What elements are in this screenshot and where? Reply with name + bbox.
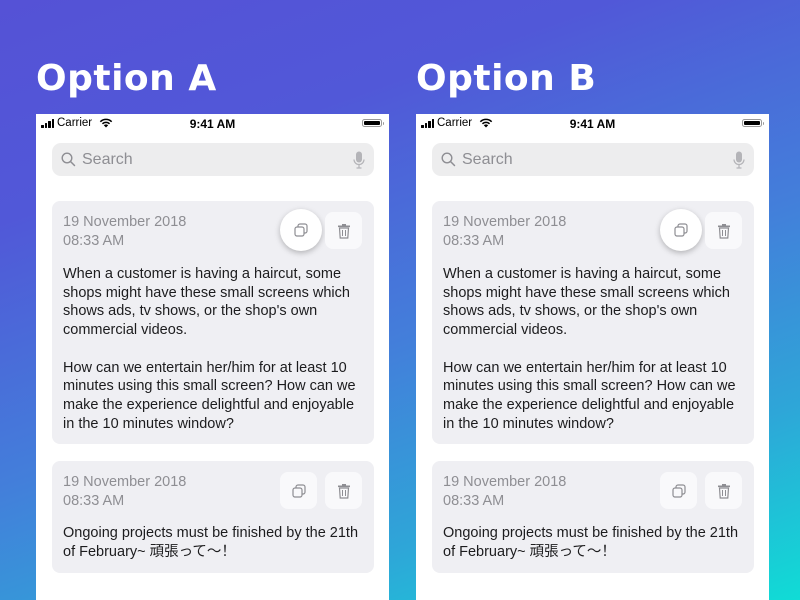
clock: 9:41 AM [189,117,236,131]
status-bar: Carrier 9:41 AM [416,114,769,134]
delete-button[interactable] [705,472,742,509]
delete-button[interactable] [705,212,742,249]
copy-button[interactable] [660,209,702,251]
phone-option-a: Carrier 9:41 AM 19 November 2018 08:33 A… [36,114,389,600]
note-timestamp: 19 November 2018 08:33 AM [63,474,187,509]
search-input[interactable] [460,149,724,170]
trash-icon [717,483,730,499]
search-input[interactable] [80,149,344,170]
trash-icon [337,483,350,499]
copy-button[interactable] [660,472,697,509]
note-card[interactable]: 19 November 2018 08:33 AM Ongoing projec… [432,461,754,573]
battery-icon [742,119,764,127]
copy-icon [291,483,306,498]
note-timestamp: 19 November 2018 08:33 AM [63,214,187,249]
search-icon [61,152,76,167]
note-card[interactable]: 19 November 2018 08:33 AM When a custome… [52,201,374,444]
copy-icon [671,483,686,498]
note-body: When a customer is having a haircut, som… [443,266,736,432]
search-icon [441,152,456,167]
search-bar[interactable] [52,143,374,176]
note-body: Ongoing projects must be finished by the… [63,525,359,560]
trash-icon [337,223,350,239]
search-bar[interactable] [432,143,754,176]
option-b-title: Option B [416,58,597,99]
note-card[interactable]: 19 November 2018 08:33 AM When a custome… [432,201,754,444]
option-a-title: Option A [36,58,217,99]
copy-button[interactable] [280,472,317,509]
note-card[interactable]: 19 November 2018 08:33 AM Ongoing projec… [52,461,374,573]
copy-icon [294,223,308,237]
microphone-icon[interactable] [353,151,365,169]
battery-icon [362,119,384,127]
microphone-icon[interactable] [733,151,745,169]
note-body: Ongoing projects must be finished by the… [443,525,739,560]
clock: 9:41 AM [569,117,616,131]
delete-button[interactable] [325,472,362,509]
note-timestamp: 19 November 2018 08:33 AM [443,214,567,249]
status-bar: Carrier 9:41 AM [36,114,389,134]
trash-icon [717,223,730,239]
copy-button[interactable] [280,209,322,251]
phone-option-b: Carrier 9:41 AM 19 November 2018 08:33 A… [416,114,769,600]
delete-button[interactable] [325,212,362,249]
copy-icon [674,223,688,237]
note-body: When a customer is having a haircut, som… [63,266,356,432]
note-timestamp: 19 November 2018 08:33 AM [443,474,567,509]
